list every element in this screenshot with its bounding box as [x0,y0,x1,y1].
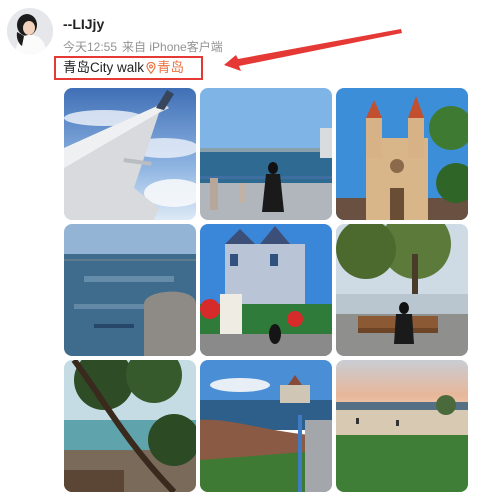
photo-castle-villa[interactable] [200,224,332,356]
post-source: 来自 iPhone客户端 [122,40,223,54]
photo-rocky-shore[interactable] [200,360,332,492]
post-text: 青岛City walk [63,60,145,75]
photo-sea-view[interactable] [64,224,196,356]
post-time: 今天12:55 [63,40,118,54]
photo-beach-sunset[interactable] [336,360,468,492]
photo-park-bench[interactable] [336,224,468,356]
post-meta: 今天12:55 来自 iPhone客户端 [63,38,223,55]
location-label: 青岛 [157,60,185,75]
photo-cathedral[interactable] [336,88,468,220]
photo-seaside-promenade[interactable] [200,88,332,220]
photo-pine-tree[interactable] [64,360,196,492]
post-text-highlight: 青岛City walk 青岛 [54,56,203,80]
location-link[interactable]: 青岛 [144,60,184,75]
map-pin-icon [146,61,156,75]
username[interactable]: --LIJjy [63,16,104,32]
profile-avatar-icon [7,8,53,54]
avatar[interactable] [7,8,53,54]
photo-airplane-wing[interactable] [64,88,196,220]
